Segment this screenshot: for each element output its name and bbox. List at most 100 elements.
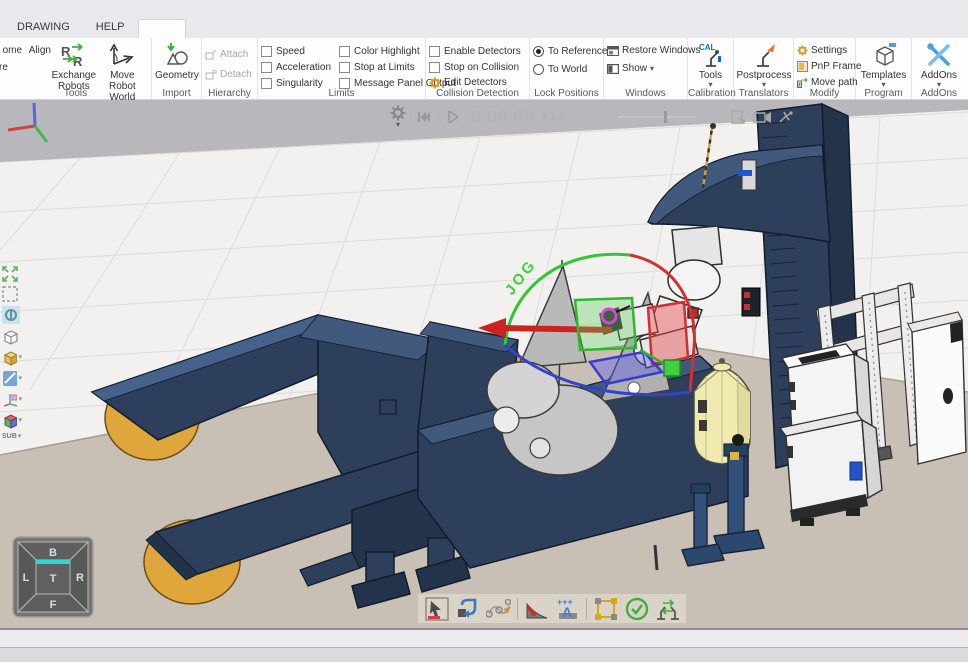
manipulation-toolbar: +++ A — [418, 594, 686, 623]
ribbon-group-program: Templates ▾ Program — [856, 38, 912, 99]
validate-button[interactable] — [624, 596, 649, 621]
annotate-tool-button[interactable]: +++ A — [555, 596, 580, 621]
speed-slider[interactable] — [618, 116, 696, 118]
calibration-tools-button[interactable]: CAL Tools ▾ — [691, 41, 730, 89]
plane-view-button[interactable]: ▾ — [2, 370, 22, 387]
simulation-settings-button[interactable]: ▾ — [390, 105, 406, 129]
exchange-robots-icon: R R — [59, 42, 89, 68]
show-button[interactable]: Show ▾ — [607, 61, 700, 76]
axis-triad-icon — [2, 391, 17, 408]
ribbon-group-limits: Speed Color Highlight Acceleration Stop … — [258, 38, 426, 99]
viewport-3d[interactable]: JOG ▾ 0:00:00 × 1.0 − + — [0, 100, 968, 628]
side-cabinet[interactable] — [908, 312, 966, 464]
render-mode-button[interactable]: ▾ — [2, 349, 22, 366]
home-button-partial[interactable]: ome Align — [0, 43, 51, 58]
align-icon — [25, 46, 26, 56]
dropdown-caret-icon: ▾ — [396, 121, 400, 129]
coordinates-mode-button[interactable]: ▾ — [2, 412, 22, 429]
check-circle-icon — [625, 597, 649, 621]
restore-windows-button[interactable]: Restore Windows — [607, 43, 700, 58]
frame-select-button[interactable] — [593, 596, 618, 621]
connectivity-icon[interactable] — [778, 110, 794, 124]
svg-text:B: B — [49, 547, 57, 559]
simulation-speed[interactable]: × 1.0 — [542, 112, 565, 123]
measure-tool-button[interactable] — [524, 596, 549, 621]
addons-tools-icon — [926, 42, 952, 68]
radio-to-world[interactable]: To World — [533, 61, 607, 77]
pnp-frame-button[interactable]: PnP Frame — [797, 59, 861, 74]
pnp-frame-icon — [797, 61, 808, 72]
camera-icon[interactable] — [753, 111, 771, 123]
move-path-icon — [797, 77, 808, 88]
addons-button[interactable]: AddOns ▾ — [915, 41, 963, 89]
ribbon-group-import: Geometry Import — [152, 38, 202, 99]
frame-select-icon — [594, 597, 618, 621]
selection-box-button[interactable] — [2, 286, 22, 302]
toolbar-separator — [517, 598, 518, 620]
frame-display-button[interactable]: ▾ — [2, 391, 22, 408]
annotation-icon: +++ A — [555, 597, 580, 621]
orbit-view-button[interactable] — [2, 306, 22, 324]
wireframe-cube-icon — [2, 328, 19, 345]
ribbon-group-addons: AddOns ▾ AddOns — [912, 38, 966, 99]
radio-to-reference[interactable]: To Reference — [533, 43, 607, 59]
svg-text:F: F — [50, 599, 57, 611]
tab-help[interactable]: HELP — [83, 17, 138, 38]
checkbox-acceleration[interactable]: Acceleration — [261, 59, 331, 75]
viewport-canvas[interactable]: JOG — [0, 100, 968, 628]
tab-drawing[interactable]: DRAWING — [4, 17, 83, 38]
svg-text:T: T — [50, 573, 57, 585]
speed-decrease-button[interactable]: − — [604, 110, 611, 124]
settings-button[interactable]: Settings — [797, 43, 861, 58]
show-windows-icon — [607, 64, 619, 74]
speed-slider-handle[interactable] — [664, 111, 667, 123]
ribbon-tabstrip: DRAWING HELP — [0, 0, 968, 38]
detach-button[interactable]: Detach — [205, 67, 252, 82]
robot-exchange-button[interactable] — [655, 596, 680, 621]
select-tool-icon — [425, 597, 449, 621]
align-button[interactable]: Align — [29, 45, 51, 56]
dashed-box-icon — [2, 286, 18, 302]
settings-gear-icon — [797, 45, 808, 56]
dropdown-caret-icon: ▾ — [650, 65, 654, 73]
attach-button[interactable]: Attach — [205, 47, 252, 62]
edit-detectors-gear-icon — [429, 77, 441, 89]
move-tool-button[interactable] — [455, 596, 480, 621]
ribbon-group-calibration: CAL Tools ▾ Calibration — [688, 38, 734, 99]
rewind-icon — [418, 112, 430, 122]
navigation-cube[interactable]: B L T R F — [12, 536, 94, 618]
wireframe-view-button[interactable] — [2, 328, 22, 345]
checkbox-speed[interactable]: Speed — [261, 43, 331, 59]
ribbon-group-modify: Settings PnP Frame Move path Modify — [794, 38, 856, 99]
postprocess-robot-icon — [751, 42, 777, 68]
svg-text:R: R — [76, 572, 84, 584]
status-strip — [0, 647, 968, 662]
view-toolbar: ▾ ▾ ▾ ▾ SUB ▾ — [2, 266, 22, 440]
export-video-icon[interactable] — [730, 109, 746, 125]
svg-text:CAL: CAL — [699, 43, 716, 52]
geometry-button[interactable]: Geometry — [155, 41, 199, 81]
geometry-import-icon — [164, 42, 190, 68]
speed-increase-button[interactable]: + — [703, 110, 710, 124]
controller-cabinets[interactable] — [780, 344, 882, 526]
select-tool-button[interactable] — [424, 596, 449, 621]
checkbox-stop-on-collision[interactable]: Stop on Collision — [429, 59, 521, 75]
reset-simulation-button[interactable] — [413, 106, 435, 128]
playback-bar: ▾ 0:00:00 × 1.0 − + — [390, 105, 794, 129]
ribbon-group-translators: Postprocess ▾ Translators — [734, 38, 794, 99]
ribbon-group-collision: Enable Detectors Stop on Collision Edit … — [426, 38, 530, 99]
dropdown-caret-icon: ▾ — [18, 354, 22, 361]
tab-active[interactable] — [138, 19, 186, 38]
play-button[interactable] — [442, 106, 464, 128]
partial-button[interactable]: re — [0, 60, 51, 75]
templates-button[interactable]: Templates ▾ — [859, 41, 908, 89]
checkbox-enable-detectors[interactable]: Enable Detectors — [429, 43, 521, 59]
sub-selection-button[interactable]: SUB ▾ — [2, 433, 22, 440]
postprocess-button[interactable]: Postprocess ▾ — [737, 41, 791, 89]
detach-icon — [205, 70, 217, 80]
fit-view-button[interactable] — [2, 266, 22, 282]
dropdown-caret-icon: ▾ — [18, 396, 22, 403]
path-tool-button[interactable] — [486, 596, 511, 621]
exchange-robots-button[interactable]: R R Exchange Robots — [51, 41, 97, 92]
attach-icon — [205, 50, 217, 60]
